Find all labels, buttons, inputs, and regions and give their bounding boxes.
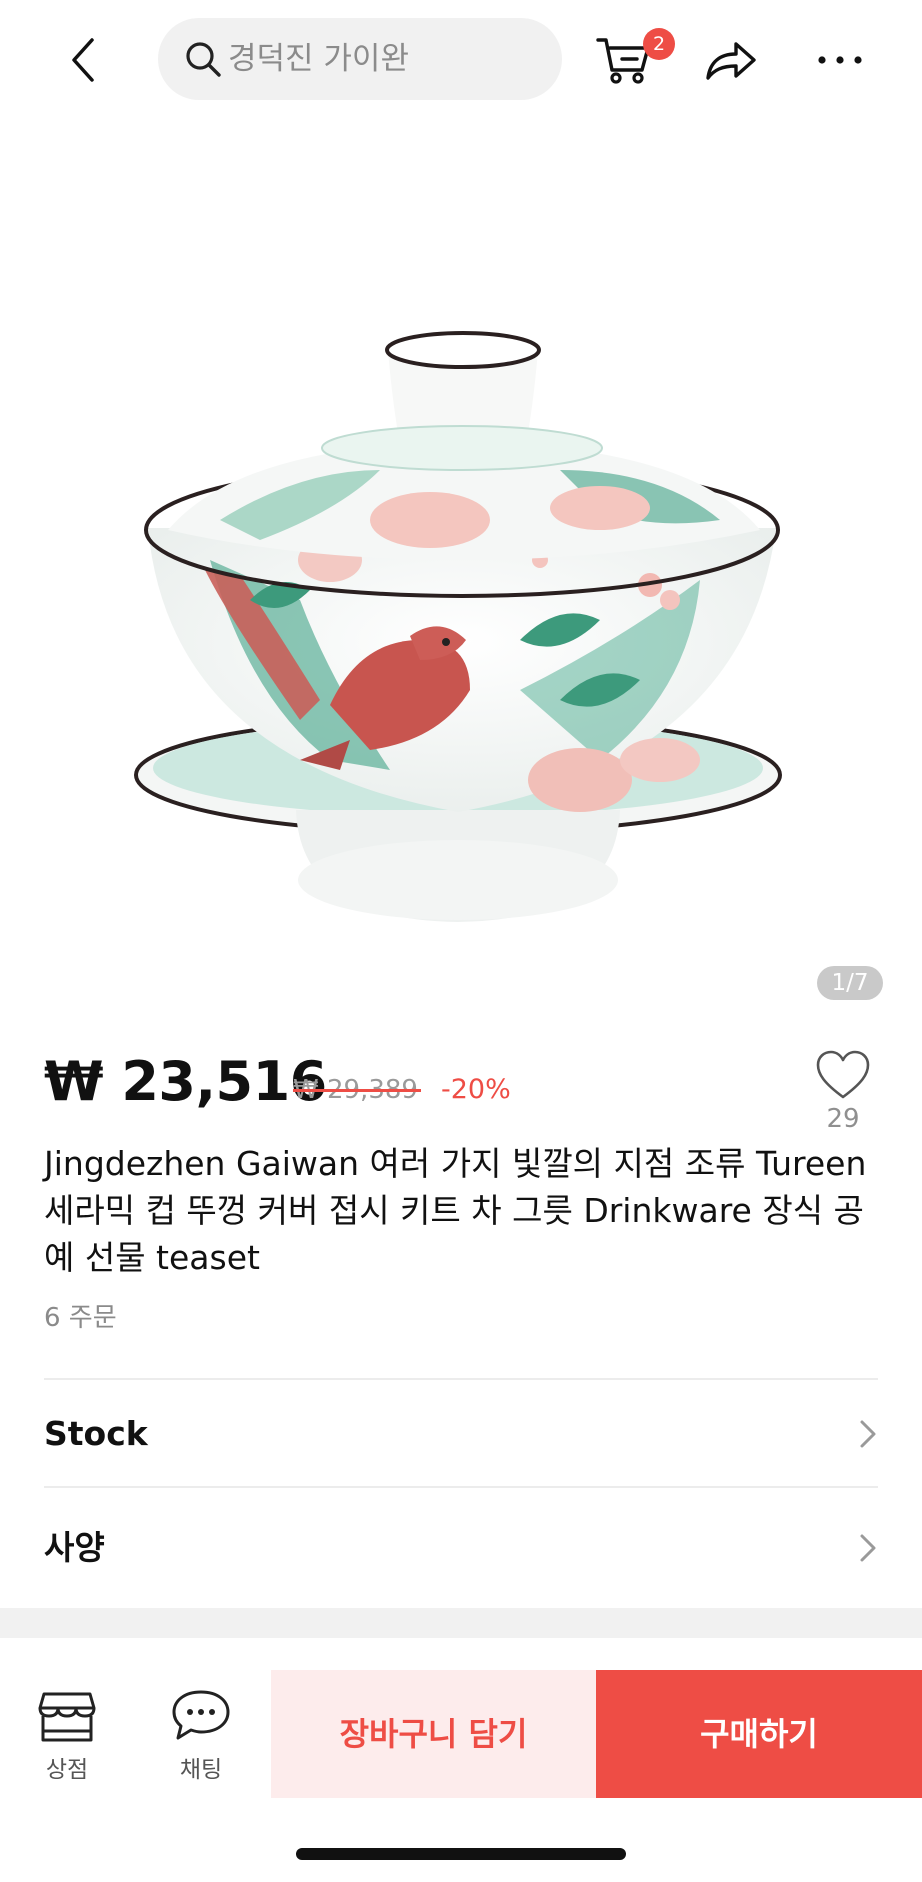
gaiwan-image	[134, 331, 782, 922]
search-placeholder: 경덕진 가이완	[228, 41, 409, 77]
section-separator	[0, 1608, 922, 1638]
strikethrough-line	[293, 1089, 421, 1092]
store-label: 상점	[45, 1757, 89, 1783]
order-count: 6 주문	[44, 1303, 117, 1333]
specifications-label: 사양	[44, 1528, 105, 1567]
home-indicator	[296, 1848, 626, 1860]
chevron-right-icon	[860, 1420, 876, 1448]
discount-percent: -20%	[441, 1074, 511, 1105]
more-options-button[interactable]	[810, 30, 870, 90]
specifications-row[interactable]: 사양	[0, 1494, 922, 1602]
stock-row[interactable]: Stock	[0, 1380, 922, 1488]
heart-icon	[816, 1050, 870, 1099]
divider	[44, 1486, 878, 1488]
stock-label: Stock	[44, 1414, 148, 1453]
cart-count-badge: 2	[643, 28, 675, 60]
image-counter: 1/7	[817, 966, 883, 1000]
more-dots-icon	[818, 56, 862, 64]
search-icon	[186, 42, 221, 77]
add-to-cart-button[interactable]: 장바구니 담기	[271, 1670, 596, 1798]
back-button[interactable]	[52, 28, 116, 92]
product-image[interactable]	[0, 120, 922, 1020]
back-arrow-icon	[72, 38, 94, 82]
chat-label: 채팅	[179, 1757, 223, 1783]
search-bar[interactable]: 경덕진 가이완	[158, 18, 562, 100]
share-button[interactable]	[700, 30, 760, 90]
product-title: Jingdezhen Gaiwan 여러 가지 빛깔의 지점 조류 Tureen…	[44, 1144, 867, 1277]
buy-now-button[interactable]: 구매하기	[596, 1670, 922, 1798]
wishlist-button[interactable]	[814, 1048, 872, 1102]
share-icon	[706, 42, 756, 80]
store-icon	[38, 1692, 96, 1742]
chat-icon	[172, 1690, 230, 1740]
chat-button[interactable]: 채팅	[164, 1686, 238, 1790]
sale-price: ₩ 23,516	[44, 1050, 327, 1113]
chevron-right-icon	[860, 1534, 876, 1562]
store-button[interactable]: 상점	[30, 1686, 104, 1790]
wishlist-count: 29	[826, 1104, 860, 1134]
